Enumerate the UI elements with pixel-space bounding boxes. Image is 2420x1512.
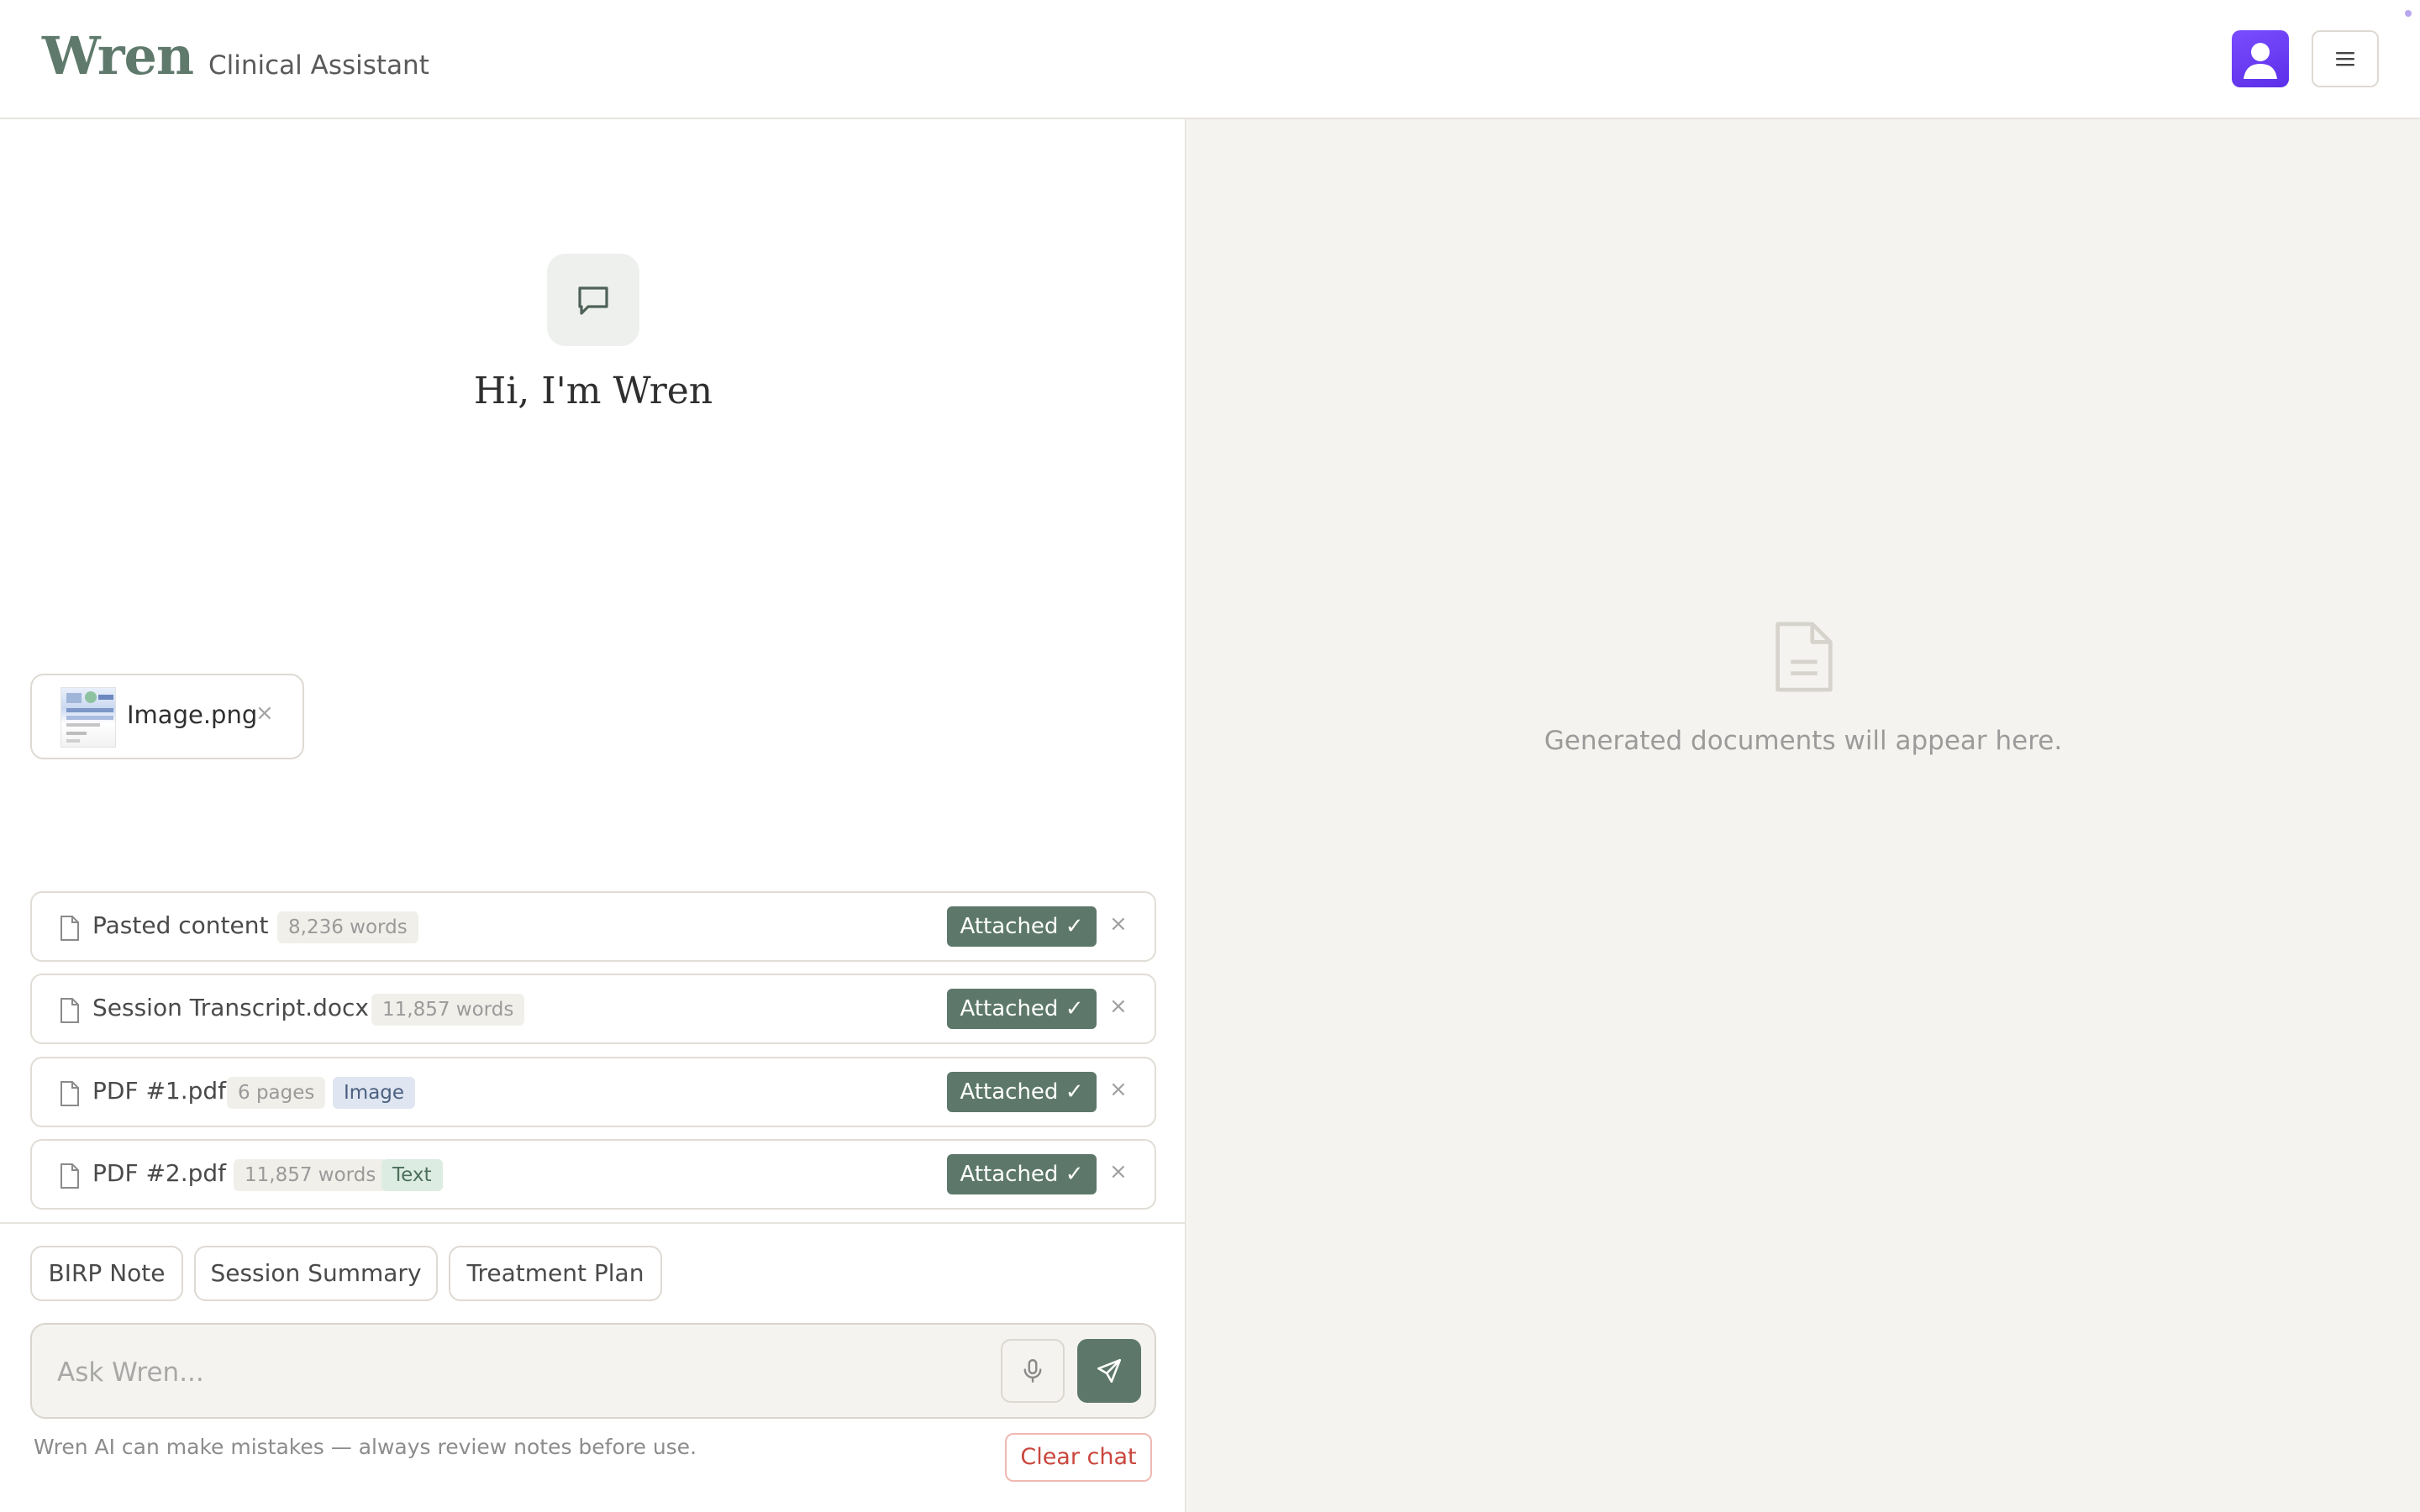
documents-empty-text: Generated documents will appear here.	[1544, 726, 2063, 756]
attached-badge: Attached ✓	[947, 1154, 1097, 1194]
attached-badge: Attached ✓	[947, 906, 1097, 947]
divider	[0, 1222, 1186, 1224]
remove-file-button[interactable]: ×	[1109, 1077, 1128, 1102]
clear-chat-button[interactable]: Clear chat	[1005, 1433, 1152, 1482]
documents-panel: Generated documents will appear here.	[1187, 119, 2420, 1512]
file-icon	[60, 1163, 79, 1189]
user-avatar-icon[interactable]	[2232, 30, 2289, 87]
image-attachment-chip[interactable]: Image.png ×	[30, 674, 304, 759]
send-button[interactable]	[1077, 1339, 1141, 1403]
chat-bubble-icon	[547, 254, 639, 346]
file-type-badge-text: Text	[381, 1159, 443, 1191]
image-thumbnail	[60, 687, 116, 748]
image-attachment-name: Image.png	[127, 701, 258, 729]
greeting-heading: Hi, I'm Wren	[473, 370, 713, 412]
microphone-icon	[1023, 1359, 1042, 1383]
disclaimer-text: Wren AI can make mistakes — always revie…	[34, 1435, 697, 1459]
quick-action-birp-note[interactable]: BIRP Note	[30, 1246, 183, 1301]
status-dot	[2405, 10, 2412, 17]
app-header: Wren Clinical Assistant	[0, 0, 2420, 119]
file-icon	[60, 1081, 79, 1106]
remove-image-button[interactable]: ×	[255, 701, 274, 726]
quick-action-session-summary[interactable]: Session Summary	[194, 1246, 438, 1301]
logo: Wren	[42, 25, 194, 87]
file-name: PDF #1.pdf	[92, 1077, 227, 1105]
file-count-badge: 11,857 words	[371, 994, 525, 1026]
menu-button[interactable]	[2312, 30, 2379, 87]
file-name: PDF #2.pdf	[92, 1159, 227, 1187]
attached-badge: Attached ✓	[947, 989, 1097, 1029]
file-row-pdf-1: PDF #1.pdf 6 pages Image Attached ✓ ×	[30, 1057, 1156, 1127]
file-name: Pasted content	[92, 911, 269, 939]
file-count-badge: 8,236 words	[277, 911, 418, 943]
chat-input[interactable]	[57, 1352, 981, 1394]
file-type-badge-image: Image	[333, 1077, 416, 1109]
file-row-pdf-2: PDF #2.pdf 11,857 words Text Attached ✓ …	[30, 1139, 1156, 1210]
hamburger-menu-icon	[2336, 52, 2354, 66]
document-icon	[1776, 622, 1833, 692]
file-name: Session Transcript.docx	[92, 994, 369, 1021]
quick-action-treatment-plan[interactable]: Treatment Plan	[449, 1246, 662, 1301]
app-subtitle: Clinical Assistant	[208, 50, 429, 81]
remove-file-button[interactable]: ×	[1109, 911, 1128, 937]
remove-file-button[interactable]: ×	[1109, 994, 1128, 1019]
file-icon	[60, 916, 79, 941]
attached-badge: Attached ✓	[947, 1072, 1097, 1112]
chat-input-box	[30, 1323, 1156, 1419]
file-count-badge: 11,857 words	[234, 1159, 387, 1191]
file-row-pasted-content: Pasted content 8,236 words Attached ✓ ×	[30, 891, 1156, 962]
send-icon	[1097, 1358, 1122, 1383]
file-icon	[60, 998, 79, 1023]
file-count-badge: 6 pages	[227, 1077, 326, 1109]
mic-button[interactable]	[1001, 1339, 1065, 1403]
remove-file-button[interactable]: ×	[1109, 1159, 1128, 1184]
file-row-session-transcript: Session Transcript.docx 11,857 words Att…	[30, 974, 1156, 1044]
